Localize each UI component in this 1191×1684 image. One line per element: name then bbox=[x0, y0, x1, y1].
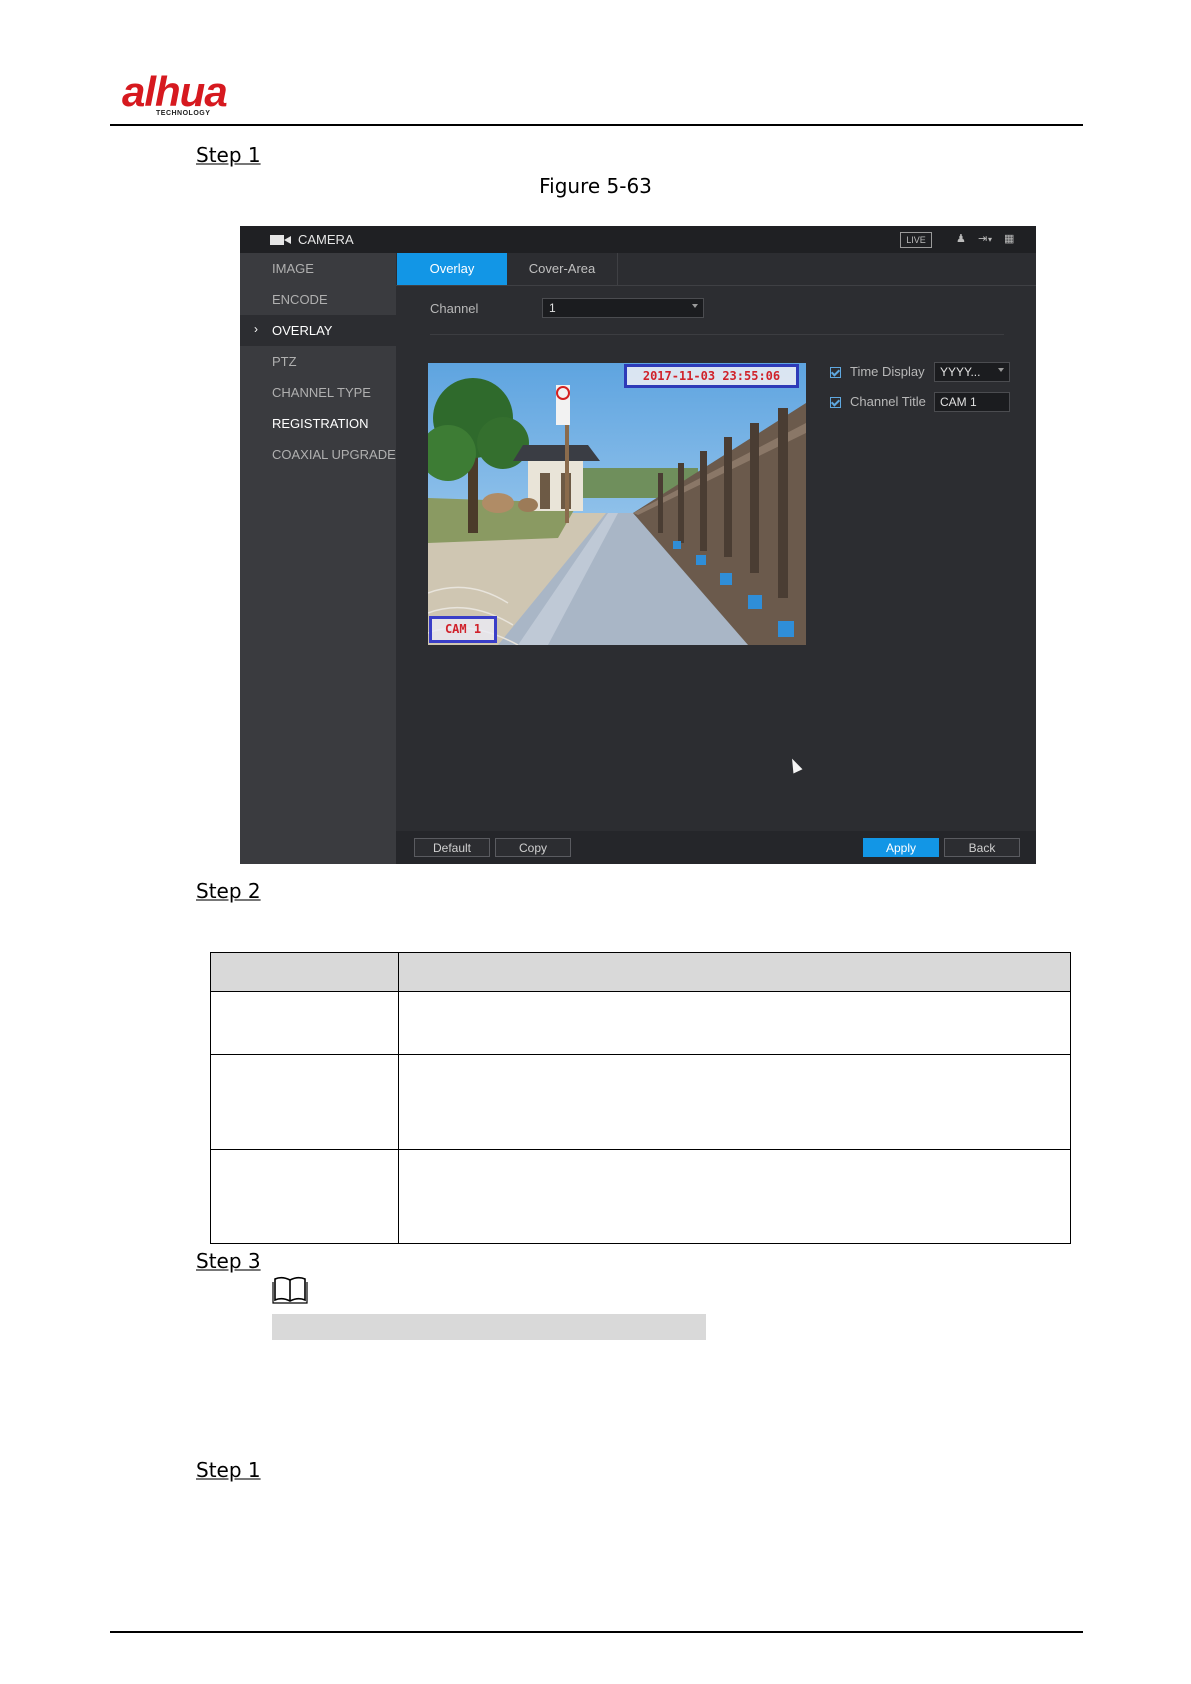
dahua-logo: alhua TECHNOLOGY bbox=[122, 70, 262, 118]
table-row-divider bbox=[211, 1054, 1070, 1055]
camera-settings-window: CAMERA LIVE ♟ ⇥ ▾ ▦ IMAGE ENCODE › OVERL… bbox=[240, 226, 1036, 864]
channel-title-checkbox[interactable] bbox=[830, 397, 841, 408]
sidebar-item-registration[interactable]: REGISTRATION bbox=[240, 408, 396, 439]
tab-cover-area[interactable]: Cover-Area bbox=[507, 253, 618, 285]
sidebar-item-encode[interactable]: ENCODE bbox=[240, 284, 396, 315]
sidebar-item-label: ENCODE bbox=[272, 292, 328, 307]
parameter-table bbox=[210, 952, 1071, 1244]
sidebar-item-label: OVERLAY bbox=[272, 323, 333, 338]
sidebar-item-overlay[interactable]: › OVERLAY bbox=[240, 315, 396, 346]
time-overlay[interactable]: 2017-11-03 23:55:06 bbox=[624, 364, 799, 388]
sidebar-item-label: REGISTRATION bbox=[272, 416, 369, 431]
sidebar-item-label: IMAGE bbox=[272, 261, 314, 276]
user-icon[interactable]: ♟ bbox=[956, 232, 966, 245]
video-camera-icon bbox=[270, 235, 291, 245]
tab-bar: Overlay Cover-Area bbox=[396, 253, 1036, 286]
copy-button[interactable]: Copy bbox=[495, 838, 571, 857]
default-button[interactable]: Default bbox=[414, 838, 490, 857]
figure-caption: Figure 5-63 bbox=[539, 174, 652, 198]
step-1-bottom-label: Step 1 bbox=[196, 1458, 261, 1482]
sidebar-item-label: COAXIAL UPGRADE bbox=[272, 447, 396, 462]
back-button[interactable]: Back bbox=[944, 838, 1020, 857]
footer-rule bbox=[110, 1631, 1083, 1633]
sidebar: IMAGE ENCODE › OVERLAY PTZ CHANNEL TYPE … bbox=[240, 253, 396, 864]
tab-overlay[interactable]: Overlay bbox=[397, 253, 507, 285]
sidebar-item-ptz[interactable]: PTZ bbox=[240, 346, 396, 377]
table-row-divider bbox=[211, 1149, 1070, 1150]
channel-title-overlay[interactable]: CAM 1 bbox=[429, 616, 497, 643]
channel-value: 1 bbox=[549, 301, 556, 315]
sidebar-item-label: PTZ bbox=[272, 354, 297, 369]
logo-text: alhua bbox=[122, 68, 228, 115]
chevron-right-icon: › bbox=[254, 322, 258, 336]
sidebar-item-image[interactable]: IMAGE bbox=[240, 253, 396, 284]
time-display-label: Time Display bbox=[850, 364, 925, 379]
apply-button[interactable]: Apply bbox=[863, 838, 939, 857]
time-display-select[interactable]: YYYY... bbox=[934, 362, 1010, 382]
grid-menu-icon[interactable]: ▦ bbox=[1004, 232, 1014, 245]
video-preview: 2017-11-03 23:55:06 CAM 1 bbox=[428, 363, 806, 645]
note-text-bar bbox=[272, 1314, 706, 1340]
step-2-label: Step 2 bbox=[196, 879, 261, 903]
divider bbox=[430, 334, 1004, 335]
sidebar-item-channel-type[interactable]: CHANNEL TYPE bbox=[240, 377, 396, 408]
preview-scene-image bbox=[428, 363, 806, 645]
chevron-down-icon bbox=[998, 368, 1004, 372]
mouse-cursor-icon bbox=[787, 756, 803, 774]
sidebar-item-coaxial-upgrade[interactable]: COAXIAL UPGRADE bbox=[240, 439, 396, 470]
logout-icon[interactable]: ⇥ bbox=[978, 232, 987, 245]
live-button[interactable]: LIVE bbox=[900, 232, 932, 248]
sidebar-item-label: CHANNEL TYPE bbox=[272, 385, 371, 400]
note-book-icon bbox=[272, 1276, 308, 1304]
button-bar: Default Copy Apply Back bbox=[396, 831, 1036, 864]
header-rule bbox=[110, 124, 1083, 126]
time-display-value: YYYY... bbox=[940, 365, 981, 379]
table-column-divider bbox=[398, 953, 399, 1243]
channel-title-label: Channel Title bbox=[850, 394, 926, 409]
window-title: CAMERA bbox=[298, 232, 354, 247]
channel-select[interactable]: 1 bbox=[542, 298, 704, 318]
table-header-row bbox=[211, 953, 1070, 992]
title-bar: CAMERA LIVE ♟ ⇥ ▾ ▦ bbox=[240, 226, 1036, 253]
channel-title-input[interactable]: CAM 1 bbox=[934, 392, 1010, 412]
chevron-down-icon bbox=[692, 304, 698, 308]
channel-label: Channel bbox=[430, 301, 479, 316]
logout-dropdown-icon[interactable]: ▾ bbox=[988, 235, 992, 244]
logo-subtext: TECHNOLOGY bbox=[156, 110, 211, 117]
step-3-label: Step 3 bbox=[196, 1249, 261, 1273]
time-display-checkbox[interactable] bbox=[830, 367, 841, 378]
step-1-label: Step 1 bbox=[196, 143, 261, 167]
channel-title-value: CAM 1 bbox=[940, 395, 977, 409]
